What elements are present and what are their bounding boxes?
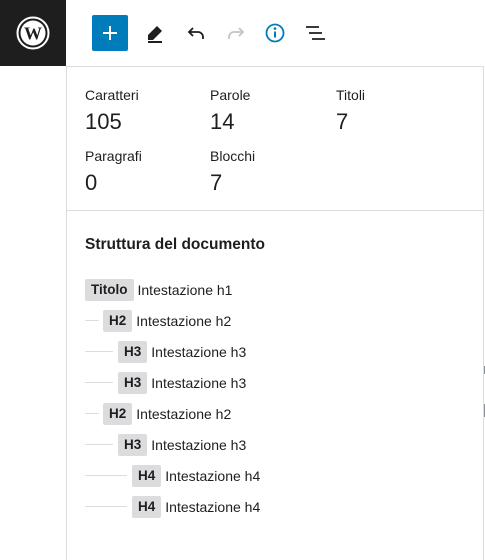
outline-item[interactable]: Titolo Intestazione h1 <box>85 278 232 302</box>
details-popover: Caratteri 105 Parole 14 Titoli 7 Paragra… <box>66 66 484 560</box>
characters-value: 105 <box>85 109 122 134</box>
headings-label: Titoli <box>336 87 366 103</box>
indent-line <box>85 413 99 414</box>
heading-text: Intestazione h3 <box>151 344 247 360</box>
indent-line <box>85 506 127 507</box>
outline-item[interactable]: H3 Intestazione h3 <box>85 371 246 395</box>
headings-count: Titoli 7 <box>336 87 365 136</box>
list-view-icon <box>306 26 325 40</box>
tools-button[interactable] <box>137 15 173 51</box>
characters-label: Caratteri <box>85 87 139 103</box>
words-label: Parole <box>210 87 251 103</box>
heading-level-badge: H3 <box>118 372 148 394</box>
heading-text: Intestazione h4 <box>165 468 261 484</box>
heading-text: Intestazione h4 <box>165 499 261 515</box>
info-icon <box>265 23 285 43</box>
counts-table: Caratteri 105 Parole 14 Titoli 7 Paragra… <box>85 87 475 207</box>
divider <box>67 210 483 211</box>
editor-toolbar <box>66 0 485 66</box>
heading-text: Intestazione h2 <box>136 313 232 329</box>
heading-level-badge: H4 <box>132 496 162 518</box>
indent-line <box>85 382 113 383</box>
indent-line <box>85 475 127 476</box>
blocks-value: 7 <box>210 170 223 195</box>
words-count: Parole 14 <box>210 87 250 136</box>
outline-item[interactable]: H4 Intestazione h4 <box>85 495 260 519</box>
plus-icon <box>103 26 117 40</box>
redo-icon <box>228 27 245 39</box>
document-outline-title: Struttura del documento <box>85 236 265 253</box>
outline-item[interactable]: H3 Intestazione h3 <box>85 433 246 457</box>
wordpress-logo[interactable]: W <box>0 0 66 66</box>
undo-button[interactable] <box>178 15 214 51</box>
heading-level-badge: H4 <box>132 465 162 487</box>
heading-level-badge: H2 <box>103 403 133 425</box>
outline-item[interactable]: H3 Intestazione h3 <box>85 340 246 364</box>
indent-line <box>85 320 99 321</box>
pencil-icon <box>148 26 162 43</box>
paragraphs-label: Paragrafi <box>85 148 142 164</box>
heading-level-badge: H3 <box>118 434 148 456</box>
heading-level-badge: H2 <box>103 310 133 332</box>
heading-text: Intestazione h3 <box>151 437 247 453</box>
words-value: 14 <box>210 109 235 134</box>
paragraphs-value: 0 <box>85 170 98 195</box>
headings-value: 7 <box>336 109 349 134</box>
details-button[interactable] <box>257 15 293 51</box>
heading-text: Intestazione h1 <box>137 282 233 298</box>
list-view-button[interactable] <box>297 15 333 51</box>
indent-line <box>85 351 113 352</box>
redo-button[interactable] <box>218 15 254 51</box>
svg-text:W: W <box>24 24 42 44</box>
paragraphs-count: Paragrafi 0 <box>85 148 142 197</box>
outline-item[interactable]: H4 Intestazione h4 <box>85 464 260 488</box>
wordpress-logo-icon: W <box>16 16 50 50</box>
blocks-label: Blocchi <box>210 148 256 164</box>
heading-level-badge: Titolo <box>85 279 134 301</box>
heading-text: Intestazione h2 <box>136 406 232 422</box>
indent-line <box>85 444 113 445</box>
characters-count: Caratteri 105 <box>85 87 139 136</box>
outline-item[interactable]: H2 Intestazione h2 <box>85 309 231 333</box>
undo-icon <box>187 27 204 39</box>
heading-text: Intestazione h3 <box>151 375 247 391</box>
heading-level-badge: H3 <box>118 341 148 363</box>
blocks-count: Blocchi 7 <box>210 148 255 197</box>
add-block-button[interactable] <box>92 15 128 51</box>
outline-item[interactable]: H2 Intestazione h2 <box>85 402 231 426</box>
